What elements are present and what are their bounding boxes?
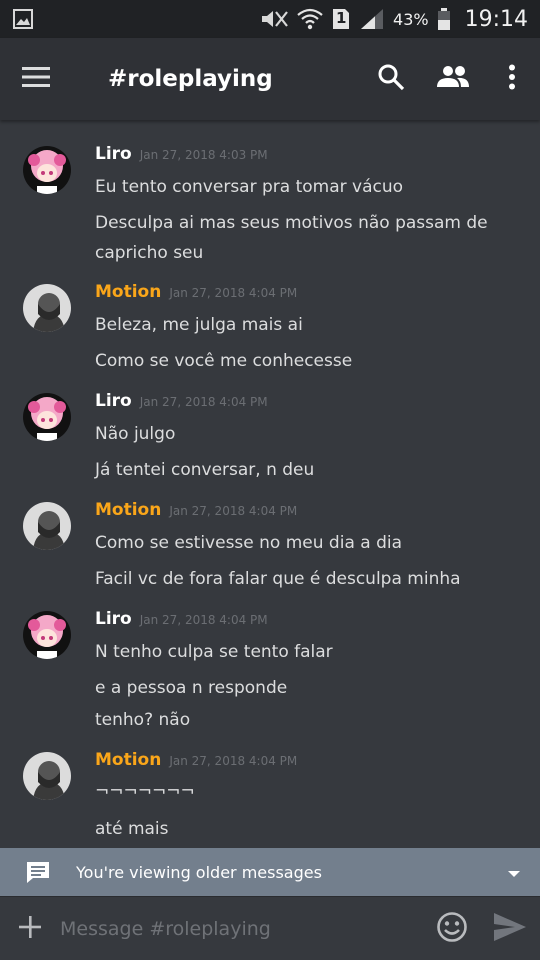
clock: 19:14: [464, 6, 528, 32]
menu-button[interactable]: [0, 38, 72, 120]
author-name: Liro: [95, 144, 132, 164]
caret-down-icon: [507, 863, 521, 882]
message-text[interactable]: ¬¬¬¬¬¬¬: [95, 776, 515, 806]
message-author[interactable]: Liro Jan 27, 2018 4:04 PM: [95, 609, 268, 629]
status-bar: 1 43% 19:14: [0, 0, 540, 38]
message-text[interactable]: Facil vc de fora falar que é desculpa mi…: [95, 564, 515, 594]
avatar-liro[interactable]: [23, 611, 71, 659]
message-author[interactable]: Motion Jan 27, 2018 4:04 PM: [95, 282, 297, 302]
plus-icon: [18, 915, 42, 943]
message-list[interactable]: Liro Jan 27, 2018 4:03 PM Eu tento conver…: [0, 120, 540, 848]
message-timestamp: Jan 27, 2018 4:03 PM: [139, 148, 268, 162]
message-text[interactable]: N tenho culpa se tento falar: [95, 637, 515, 667]
avatar-liro[interactable]: [23, 393, 71, 441]
message-timestamp: Jan 27, 2018 4:04 PM: [169, 286, 298, 300]
older-messages-banner[interactable]: You're viewing older messages: [0, 848, 540, 896]
search-button[interactable]: [360, 38, 422, 120]
message-text[interactable]: Beleza, me julga mais ai: [95, 310, 515, 340]
message-author[interactable]: Liro Jan 27, 2018 4:03 PM: [95, 144, 268, 164]
message-timestamp: Jan 27, 2018 4:04 PM: [139, 395, 268, 409]
smiley-icon: [436, 911, 468, 947]
send-icon: [493, 912, 527, 946]
author-name: Liro: [95, 391, 132, 411]
message-author[interactable]: Motion Jan 27, 2018 4:04 PM: [95, 500, 297, 520]
message-text[interactable]: e a pessoa n responde: [95, 673, 515, 703]
message-text[interactable]: Eu tento conversar pra tomar vácuo: [95, 172, 515, 202]
send-button[interactable]: [480, 912, 540, 946]
jump-to-present-button[interactable]: [488, 863, 540, 882]
message-author[interactable]: Liro Jan 27, 2018 4:04 PM: [95, 391, 268, 411]
author-name: Motion: [95, 282, 162, 302]
channel-header: #roleplaying: [0, 38, 540, 120]
message-text[interactable]: Já tentei conversar, n deu: [95, 455, 515, 485]
avatar-motion[interactable]: [23, 502, 71, 550]
author-name: Motion: [95, 750, 162, 770]
message-icon: [0, 860, 76, 884]
author-name: Motion: [95, 500, 162, 520]
signal-icon: [359, 7, 385, 31]
message-author[interactable]: Motion Jan 27, 2018 4:04 PM: [95, 750, 297, 770]
message-text[interactable]: Como se estivesse no meu dia a dia: [95, 528, 515, 558]
more-options-button[interactable]: [484, 38, 540, 120]
gallery-icon: [12, 8, 34, 30]
message-input[interactable]: [60, 908, 424, 949]
sim-icon: 1: [331, 7, 351, 31]
menu-icon: [21, 66, 51, 92]
message-text[interactable]: até mais: [95, 814, 515, 844]
channel-title: #roleplaying: [108, 66, 273, 92]
wifi-icon: [297, 7, 323, 31]
message-timestamp: Jan 27, 2018 4:04 PM: [139, 613, 268, 627]
members-button[interactable]: [422, 38, 484, 120]
battery-icon: [437, 7, 451, 31]
message-composer: [0, 896, 540, 960]
sim-slot-label: 1: [336, 9, 347, 27]
avatar-liro[interactable]: [23, 146, 71, 194]
emoji-button[interactable]: [424, 911, 480, 947]
battery-percent: 43%: [393, 9, 429, 29]
members-icon: [436, 65, 470, 93]
avatar-motion[interactable]: [23, 284, 71, 332]
message-text[interactable]: Como se você me conhecesse: [95, 346, 515, 376]
avatar-motion[interactable]: [23, 752, 71, 800]
older-messages-text: You're viewing older messages: [76, 862, 322, 882]
message-text[interactable]: Não julgo: [95, 419, 515, 449]
message-text[interactable]: Desculpa ai mas seus motivos não passam …: [95, 208, 515, 268]
message-timestamp: Jan 27, 2018 4:04 PM: [169, 754, 298, 768]
more-icon: [508, 64, 516, 94]
author-name: Liro: [95, 609, 132, 629]
search-icon: [377, 63, 405, 95]
message-timestamp: Jan 27, 2018 4:04 PM: [169, 504, 298, 518]
mute-icon: [259, 8, 289, 30]
attach-button[interactable]: [0, 915, 60, 943]
message-text[interactable]: tenho? não: [95, 705, 515, 735]
